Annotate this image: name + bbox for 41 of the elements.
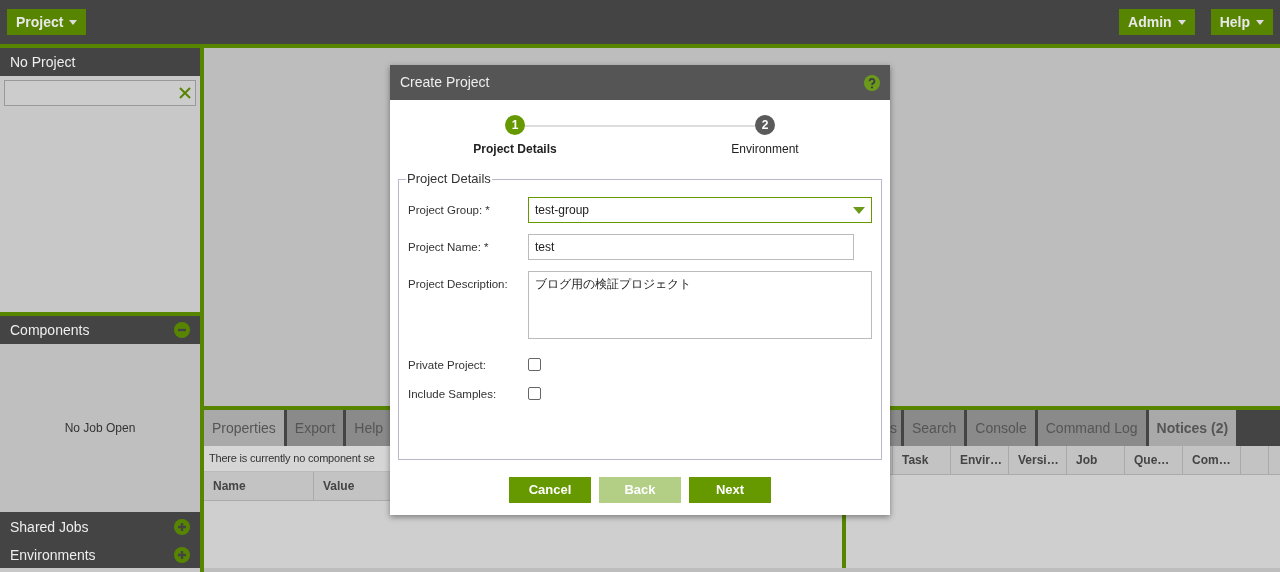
section-header[interactable]: Shared Jobs [0, 512, 200, 542]
dialog-button[interactable]: Next [689, 477, 771, 503]
menu-button[interactable]: Project [7, 9, 87, 35]
dialog-title: Create Project [400, 73, 490, 92]
empty-message: No Job Open [64, 420, 136, 437]
clear-icon [179, 87, 191, 99]
menu-button[interactable]: Help [1210, 9, 1273, 35]
step-number: 2 [755, 115, 775, 135]
panel-tab[interactable]: Properties [204, 410, 287, 446]
project-title: No Project [0, 48, 200, 76]
dropdown-arrow-icon [853, 206, 865, 214]
checkbox[interactable] [528, 387, 541, 401]
caret-icon [1177, 19, 1186, 25]
field-label: Project Name: * [408, 240, 490, 255]
help-icon[interactable] [864, 74, 880, 91]
description-field[interactable]: ブログ用の検証プロジェクト [528, 271, 872, 339]
column-header[interactable]: Com… [1183, 446, 1241, 474]
text-field[interactable]: test [528, 234, 854, 260]
fieldset-legend: Project Details [406, 171, 492, 187]
step-number: 1 [505, 115, 525, 135]
select-field[interactable]: test-group [528, 197, 872, 223]
column-header[interactable]: Versi… [1009, 446, 1067, 474]
step-label: Project Details [473, 141, 557, 158]
search-field[interactable] [4, 80, 196, 106]
step-label: Environment [731, 141, 799, 158]
caret-icon [69, 19, 78, 25]
column-header[interactable]: Name [204, 472, 314, 500]
field-label: Include Samples: [408, 387, 498, 403]
section-header[interactable]: Components [0, 316, 200, 344]
menu-button[interactable]: Admin [1119, 9, 1195, 35]
column-header[interactable]: Envir… [951, 446, 1009, 474]
field-label: Project Group: * [408, 203, 491, 218]
dialog-button[interactable]: Cancel [509, 477, 591, 503]
field-label: Project Description: [408, 277, 509, 292]
column-header[interactable]: Job [1067, 446, 1125, 474]
field-label: Private Project: [408, 358, 487, 373]
caret-icon [1256, 19, 1264, 25]
checkbox[interactable] [528, 358, 541, 371]
column-header[interactable]: Que… [1125, 446, 1183, 474]
column-header[interactable]: Task [893, 446, 951, 474]
section-header[interactable]: Environments [0, 542, 200, 568]
